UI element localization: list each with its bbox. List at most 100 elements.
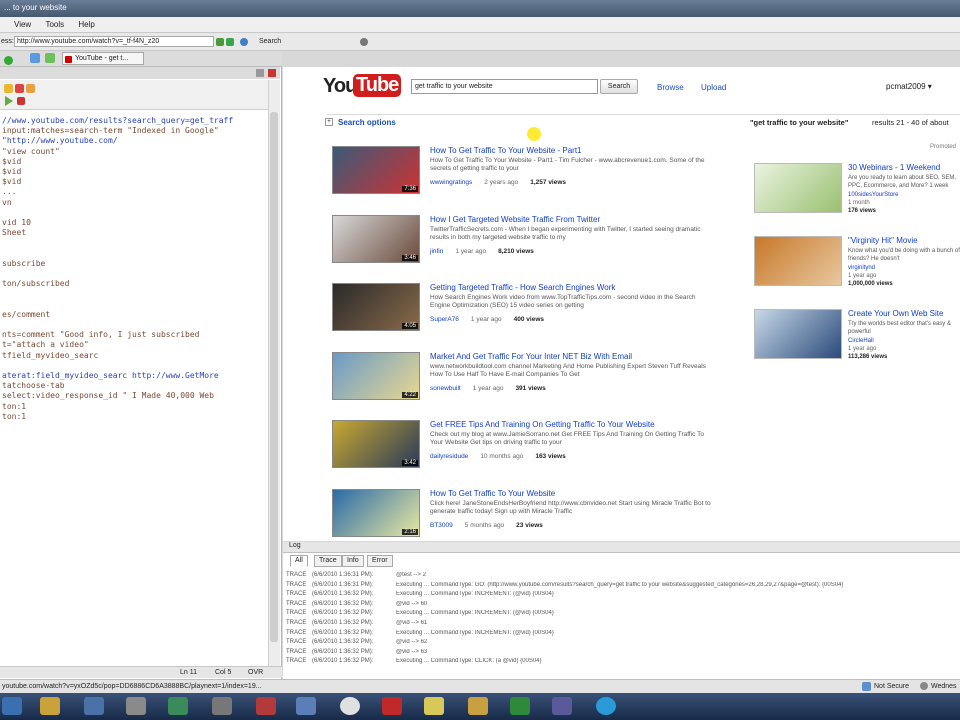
search-icon[interactable] xyxy=(360,38,368,46)
code-line[interactable]: $vid xyxy=(2,167,21,176)
promoted-title-link[interactable]: "Virginity Hit" Movie xyxy=(848,236,918,245)
open-icon[interactable] xyxy=(4,84,13,93)
result-title-link[interactable]: Get FREE Tips And Training On Getting Tr… xyxy=(430,420,655,429)
pause-icon[interactable] xyxy=(17,97,25,105)
result-by[interactable]: dailyresidude xyxy=(430,453,468,460)
window-taskbar-icon[interactable] xyxy=(84,697,104,715)
home-icon[interactable] xyxy=(30,53,40,63)
code-line[interactable]: tfield_myvideo_searc xyxy=(2,351,98,360)
code-line[interactable]: vn xyxy=(2,198,12,207)
result-thumbnail[interactable]: 2:16 xyxy=(332,488,420,537)
skype-taskbar-icon[interactable] xyxy=(596,697,616,715)
result-title-link[interactable]: How I Get Targeted Website Traffic From … xyxy=(430,215,600,224)
result-thumbnail[interactable]: 3:42 xyxy=(332,420,420,468)
filezilla-taskbar-icon[interactable] xyxy=(382,697,402,715)
log-tab-error[interactable]: Error xyxy=(367,555,393,567)
excel-taskbar-icon[interactable] xyxy=(510,697,530,715)
code-line[interactable]: aterat:field_myvideo_searc http://www.Ge… xyxy=(2,371,219,380)
result-thumbnail[interactable]: 7:36 xyxy=(332,146,420,194)
menu-tools[interactable]: Tools xyxy=(39,17,70,32)
script-scrollbar-thumb[interactable] xyxy=(270,112,278,642)
result-by[interactable]: wwwingratings xyxy=(430,179,472,186)
code-line[interactable]: input:matches=search-term "Indexed in Go… xyxy=(2,126,219,135)
promoted-title-link[interactable]: Create Your Own Web Site xyxy=(848,309,943,318)
address-input[interactable]: http://www.youtube.com/watch?v=_tf-f4N_z… xyxy=(14,36,214,47)
result-by[interactable]: jinfin xyxy=(430,248,443,255)
code-line[interactable]: "http://www.youtube.com/ xyxy=(2,136,118,145)
log-tab-all[interactable]: All xyxy=(290,555,308,567)
notes-taskbar-icon[interactable] xyxy=(424,697,444,715)
browser-status-bar: youtube.com/watch?v=yxOZd5c/pop=DD6886CD… xyxy=(0,679,960,693)
archive-taskbar-icon[interactable] xyxy=(468,697,488,715)
code-line[interactable]: subscribe xyxy=(2,259,45,268)
code-line[interactable]: ... xyxy=(2,187,16,196)
result-by[interactable]: BT3009 xyxy=(430,522,453,529)
result-title-link[interactable]: Market And Get Traffic For Your Inter NE… xyxy=(430,352,632,361)
dropdown-arrow-icon[interactable] xyxy=(216,38,224,46)
code-line[interactable]: nts=comment "Good info, I just subscribe… xyxy=(2,330,199,339)
menu-help[interactable]: Help xyxy=(72,17,100,32)
result-thumbnail[interactable]: 4:05 xyxy=(332,283,420,331)
promoted-thumbnail[interactable] xyxy=(754,163,842,213)
result-title-link[interactable]: How To Get Traffic To Your Website xyxy=(430,489,555,498)
editor-taskbar-icon[interactable] xyxy=(552,697,572,715)
result-thumbnail[interactable]: 4:22 xyxy=(332,351,420,400)
promoted-title-link[interactable]: 30 Webinars - 1 Weekend xyxy=(848,163,940,172)
menu-view[interactable]: View xyxy=(8,17,37,32)
search-engine-icon[interactable] xyxy=(240,38,248,46)
upload-link[interactable]: Upload xyxy=(701,83,726,92)
clock-taskbar-icon[interactable] xyxy=(340,697,360,715)
code-line[interactable]: ton:1 xyxy=(2,402,26,411)
tab-youtube[interactable]: YouTube - get t... xyxy=(62,52,144,65)
code-line[interactable]: "view count" xyxy=(2,147,60,156)
code-line[interactable]: tatchoose-tab xyxy=(2,381,65,390)
search-taskbar-icon[interactable] xyxy=(126,697,146,715)
code-line[interactable]: ton/subscribed xyxy=(2,279,69,288)
log-tab-info[interactable]: Info xyxy=(342,555,364,567)
new-tab-icon[interactable] xyxy=(45,53,55,63)
result-by[interactable]: sonewbuilt xyxy=(430,385,461,392)
code-line[interactable]: $vid xyxy=(2,157,21,166)
code-line[interactable]: t="attach a video" xyxy=(2,340,89,349)
tool-taskbar-icon[interactable] xyxy=(212,697,232,715)
code-line[interactable]: $vid xyxy=(2,177,21,186)
start-icon[interactable] xyxy=(2,697,22,715)
folder-taskbar-icon[interactable] xyxy=(40,697,60,715)
record-icon[interactable] xyxy=(26,84,35,93)
promoted-thumbnail[interactable] xyxy=(754,236,842,286)
search-box-label[interactable]: Search xyxy=(259,38,281,45)
result-title-link[interactable]: How To Get Traffic To Your Website - Par… xyxy=(430,146,581,155)
promoted-by[interactable]: CircleHall xyxy=(848,338,874,344)
code-line[interactable]: Sheet xyxy=(2,228,26,237)
stop-icon[interactable] xyxy=(15,84,24,93)
youtube-search-input[interactable]: get traffic to your website xyxy=(411,79,598,94)
result-by[interactable]: SuperA76 xyxy=(430,316,459,323)
pin-icon[interactable] xyxy=(256,69,264,77)
media-taskbar-icon[interactable] xyxy=(168,697,188,715)
youtube-logo[interactable]: You Tube xyxy=(323,72,402,102)
play-icon[interactable] xyxy=(5,96,13,106)
code-line[interactable]: ton:1 xyxy=(2,412,26,421)
code-line[interactable]: select:video_response_id " I Made 40,000… xyxy=(2,391,214,400)
code-line[interactable]: es/comment xyxy=(2,310,50,319)
browse-link[interactable]: Browse xyxy=(657,83,684,92)
result-title-link[interactable]: Getting Targeted Traffic - How Search En… xyxy=(430,283,615,292)
result-thumbnail[interactable]: 3:46 xyxy=(332,214,420,263)
go-icon[interactable] xyxy=(226,38,234,46)
add-icon[interactable] xyxy=(4,56,13,65)
app-taskbar-icon[interactable] xyxy=(256,697,276,715)
result-meta: sonewbuilt 1 year ago 391 views xyxy=(430,385,558,392)
close-icon[interactable] xyxy=(268,69,276,77)
search-options-link[interactable]: Search options xyxy=(338,118,396,127)
code-line[interactable]: vid 10 xyxy=(2,218,31,227)
promoted-by[interactable]: virginitynd xyxy=(848,265,875,271)
explorer-taskbar-icon[interactable] xyxy=(296,697,316,715)
promoted-by[interactable]: 100sidesYourStore xyxy=(848,192,898,198)
user-menu[interactable]: pcmat2009 ▾ xyxy=(886,82,932,91)
promoted-thumbnail[interactable] xyxy=(754,309,842,359)
duration-badge: 2:16 xyxy=(402,528,418,535)
code-line[interactable]: //www.youtube.com/results?search_query=g… xyxy=(2,116,233,125)
expand-icon[interactable]: + xyxy=(325,118,333,126)
youtube-search-button[interactable]: Search xyxy=(600,79,638,94)
log-tab-trace[interactable]: Trace xyxy=(314,555,342,567)
